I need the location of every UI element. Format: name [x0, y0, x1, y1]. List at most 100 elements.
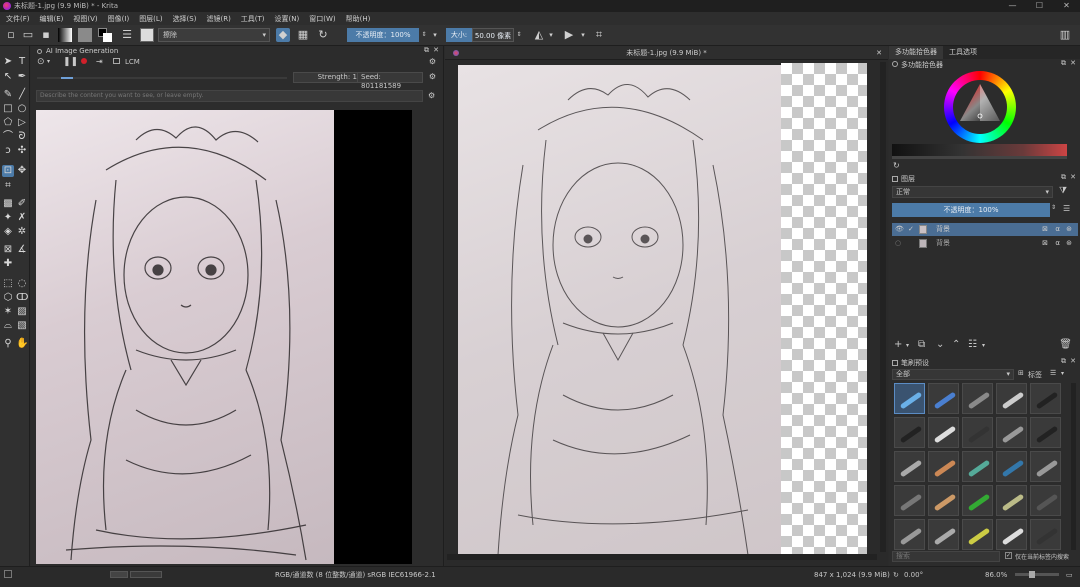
menu-image[interactable]: 图像(I)	[108, 14, 130, 24]
rotation-value[interactable]: 0.00°	[904, 567, 923, 583]
brush-preset-item[interactable]	[962, 451, 993, 482]
layer-properties-icon[interactable]: ☷	[968, 339, 977, 350]
open-document-icon[interactable]: ▭	[21, 28, 35, 42]
move-tool-icon[interactable]: ✥	[16, 165, 28, 177]
brush-preset-item[interactable]	[894, 383, 925, 414]
save-icon[interactable]: ▪	[39, 28, 53, 42]
menu-tools[interactable]: 工具(T)	[241, 14, 265, 24]
chevron-down-icon[interactable]: ▾	[906, 342, 909, 349]
rect-select-icon[interactable]: ⬚	[2, 278, 14, 290]
lock-icon[interactable]: ⊠	[1042, 237, 1048, 250]
pause-icon[interactable]: ❚❚	[63, 57, 78, 67]
close-panel-icon[interactable]: ✕	[1070, 59, 1076, 67]
measure-tool-icon[interactable]: ∡	[16, 244, 28, 256]
menu-window[interactable]: 窗口(W)	[309, 14, 335, 24]
dynamic-brush-icon[interactable]: ↄ	[2, 145, 14, 157]
close-panel-icon[interactable]: ✕	[1070, 357, 1076, 365]
brush-preset-item[interactable]	[1030, 485, 1061, 516]
freehand-path-icon[interactable]: ᘐ	[16, 131, 28, 143]
transform-tool-icon[interactable]: ⊡	[2, 165, 14, 177]
settings-icon[interactable]: ⚙	[429, 57, 436, 66]
size-spin-icon[interactable]: ⇕	[515, 28, 523, 42]
brush-preset-item[interactable]	[1030, 451, 1061, 482]
gradient-swatch[interactable]	[58, 28, 72, 42]
brush-preset-item[interactable]	[894, 451, 925, 482]
similar-select-icon[interactable]: ▨	[16, 306, 28, 318]
chevron-down-icon[interactable]: ▾	[1061, 370, 1064, 377]
edit-brush-settings-icon[interactable]: ☰	[120, 28, 134, 42]
float-panel-icon[interactable]: ⧉	[1061, 59, 1066, 68]
prompt-settings-icon[interactable]: ⚙	[428, 91, 435, 100]
seed-field[interactable]: Seed: 801181589	[357, 72, 423, 90]
colorize-mask-icon[interactable]: ✦	[2, 212, 14, 224]
vertical-scrollbar[interactable]	[880, 62, 886, 552]
opacity-spin-icon[interactable]: ⇕	[420, 28, 428, 42]
polyline-tool-icon[interactable]: ▷	[16, 117, 28, 129]
opacity-spin-icon[interactable]: ⇕	[1051, 204, 1056, 211]
enclose-fill-icon[interactable]: ✲	[16, 226, 28, 238]
blend-mode-select[interactable]: 擦除 ▾	[158, 28, 270, 42]
inherit-alpha-icon[interactable]: ⊛	[1066, 223, 1072, 236]
rotation-icon[interactable]: ↻	[893, 567, 899, 583]
zoom-tool-icon[interactable]: ⚲	[2, 338, 14, 350]
float-panel-icon[interactable]: ⧉	[1061, 173, 1066, 182]
menu-help[interactable]: 帮助(H)	[346, 14, 371, 24]
fill-tool-icon[interactable]: ◈	[2, 226, 14, 238]
menu-filter[interactable]: 滤镜(R)	[206, 14, 230, 24]
float-panel-icon[interactable]: ⧉	[424, 46, 429, 55]
menu-view[interactable]: 视图(V)	[73, 14, 97, 24]
line-tool-icon[interactable]: ╱	[16, 89, 28, 101]
mirror-vertical-icon[interactable]: ▶	[562, 28, 576, 42]
menu-settings[interactable]: 设置(N)	[275, 14, 300, 24]
horizontal-scrollbar[interactable]	[447, 554, 877, 560]
model-select[interactable]: LCM	[125, 58, 140, 66]
bezier-select-icon[interactable]: ⌓	[2, 320, 14, 332]
document-tab[interactable]: 未标题-1.jpg (9.9 MiB) * ✕	[445, 46, 888, 60]
close-panel-icon[interactable]: ✕	[433, 46, 439, 54]
brush-preset-item[interactable]	[996, 417, 1027, 448]
text-tool-icon[interactable]: T	[16, 56, 28, 68]
brush-preset-item[interactable]	[1030, 519, 1061, 550]
smart-patch-icon[interactable]: ✗	[16, 212, 28, 224]
menu-file[interactable]: 文件(F)	[6, 14, 30, 24]
visibility-eye-icon[interactable]: ○	[895, 237, 901, 250]
edit-shapes-icon[interactable]: ↖	[2, 71, 14, 83]
brush-preset-item[interactable]	[962, 417, 993, 448]
pan-tool-icon[interactable]: ✋	[16, 338, 28, 350]
brush-tag-select[interactable]: 全部 ▾	[892, 369, 1014, 380]
color-wheel[interactable]	[944, 71, 1016, 143]
brush-preset-item[interactable]	[894, 519, 925, 550]
color-picker-icon[interactable]: ✐	[16, 198, 28, 210]
canvas-document[interactable]	[458, 63, 867, 558]
brush-search-input[interactable]: 搜索	[892, 551, 1000, 562]
record-icon[interactable]	[81, 58, 87, 64]
rectangle-tool-icon[interactable]: □	[2, 103, 14, 115]
ellipse-select-icon[interactable]: ◌	[16, 278, 28, 290]
brush-preset-item[interactable]	[1030, 383, 1061, 414]
brush-preset-item[interactable]	[928, 383, 959, 414]
menu-select[interactable]: 选择(S)	[173, 14, 197, 24]
brush-preset-item[interactable]	[894, 417, 925, 448]
color-history-strip-2[interactable]	[892, 156, 1067, 159]
fit-view-icon[interactable]: ▭	[1066, 567, 1073, 583]
brush-preset-icon[interactable]	[140, 28, 154, 42]
crop-icon[interactable]: ⌗	[592, 28, 606, 42]
brush-preset-item[interactable]	[996, 451, 1027, 482]
chevron-down-icon[interactable]: ▾	[431, 28, 439, 42]
multibrush-icon[interactable]: ✣	[16, 145, 28, 157]
brush-preset-item[interactable]	[996, 383, 1027, 414]
brush-preset-item[interactable]	[894, 485, 925, 516]
polygon-select-icon[interactable]: ⬡	[2, 292, 14, 304]
color-history-strip[interactable]	[892, 144, 1067, 156]
alpha-icon[interactable]: α	[1055, 237, 1060, 250]
lock-icon[interactable]: ⊠	[1042, 223, 1048, 236]
zoom-value[interactable]: 86.0%	[985, 567, 1007, 583]
seed-options-icon[interactable]: ⚙	[429, 72, 436, 81]
layer-blend-mode-select[interactable]: 正常 ▾	[892, 186, 1053, 198]
add-layer-icon[interactable]: +	[894, 339, 902, 350]
workspace-icon[interactable]: ▥	[1058, 28, 1072, 42]
duplicate-layer-icon[interactable]: ⧉	[918, 339, 925, 350]
select-shapes-icon[interactable]: ➤	[2, 56, 14, 68]
layer-menu-icon[interactable]: ☰	[1063, 204, 1070, 213]
alpha-icon[interactable]: α	[1055, 223, 1060, 236]
